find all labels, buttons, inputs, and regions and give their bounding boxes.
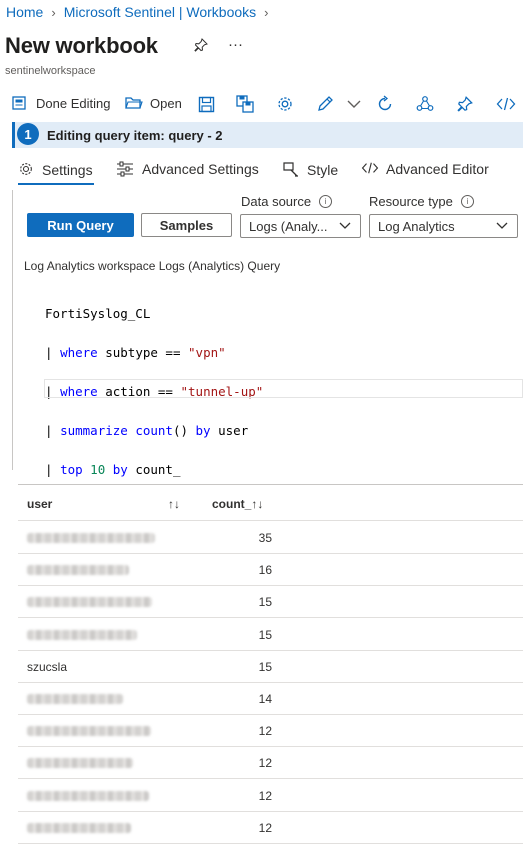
redacted-user-cell	[27, 565, 129, 576]
info-icon[interactable]: i	[460, 195, 474, 208]
gear-icon	[18, 161, 35, 178]
info-icon[interactable]: i	[319, 195, 333, 208]
redacted-user-cell	[27, 790, 149, 801]
redacted-user-cell	[27, 758, 133, 769]
resource-type-label-text: Resource type	[369, 194, 453, 209]
breadcrumb-workbooks-link[interactable]: Microsoft Sentinel | Workbooks	[64, 4, 256, 20]
header-divider	[18, 520, 523, 521]
brush-icon	[282, 161, 300, 178]
tab-settings-label: Settings	[42, 161, 93, 178]
count-cell: 12	[258, 724, 272, 739]
column-header-user[interactable]: user	[27, 497, 52, 511]
open-label: Open	[150, 95, 182, 111]
edit-pencil-icon[interactable]	[316, 95, 334, 113]
data-source-value: Logs (Analy...	[249, 218, 328, 234]
pin-to-dashboard-icon[interactable]	[456, 95, 474, 113]
resource-type-dropdown[interactable]: Log Analytics	[369, 214, 518, 238]
count-cell: 12	[258, 820, 272, 835]
query-line-2: | where subtype == "vpn"	[45, 344, 226, 360]
sort-arrows-icon[interactable]: ↑↓	[168, 497, 180, 511]
breadcrumb: Home › Microsoft Sentinel | Workbooks ›	[6, 4, 269, 20]
count-cell: 15	[258, 659, 272, 674]
tab-advanced-editor-label: Advanced Editor	[386, 161, 489, 177]
count-cell: 12	[258, 756, 272, 771]
count-cell: 15	[258, 595, 272, 610]
folder-open-icon	[125, 95, 143, 111]
sort-arrows-icon: ↑↓	[251, 497, 264, 511]
redacted-user-cell	[27, 822, 131, 833]
editing-banner-text: Editing query item: query - 2	[47, 128, 223, 143]
redacted-user-cell	[27, 629, 137, 640]
column-header-count[interactable]: count_ ↑↓	[212, 497, 263, 511]
tab-style-label: Style	[307, 161, 339, 178]
redacted-user-cell	[27, 694, 123, 704]
tab-selected-indicator	[18, 183, 94, 185]
column-header-count-label: count_	[212, 497, 252, 511]
tab-settings[interactable]: Settings	[18, 161, 93, 178]
page-title: New workbook	[5, 33, 158, 58]
share-icon[interactable]	[416, 95, 434, 113]
count-cell: 12	[258, 788, 272, 803]
query-editor-label: Log Analytics workspace Logs (Analytics)…	[24, 259, 281, 273]
samples-button[interactable]: Samples	[141, 213, 232, 237]
editor-current-line	[44, 379, 523, 398]
sliders-icon	[116, 161, 134, 177]
tab-advanced-editor[interactable]: Advanced Editor	[361, 161, 489, 177]
done-editing-label: Done Editing	[36, 95, 111, 111]
step-badge: 1	[17, 123, 39, 145]
chevron-down-icon	[338, 219, 352, 236]
count-cell: 15	[258, 627, 272, 642]
redacted-user-cell	[27, 726, 151, 737]
save-as-icon[interactable]	[236, 95, 254, 113]
query-line-5: | top 10 by count_	[45, 461, 181, 477]
count-cell: 14	[258, 692, 272, 706]
tab-advanced-settings[interactable]: Advanced Settings	[116, 161, 259, 177]
query-line-4: | summarize count() by user	[45, 422, 249, 438]
breadcrumb-home-link[interactable]: Home	[6, 4, 43, 20]
code-icon	[361, 161, 379, 177]
data-source-label: Data source i	[241, 194, 333, 209]
done-editing-button[interactable]: Done Editing	[11, 95, 110, 111]
user-cell: szucsla	[27, 659, 68, 674]
data-source-label-text: Data source	[241, 194, 312, 209]
done-editing-icon	[11, 95, 27, 111]
count-cell: 35	[258, 531, 272, 545]
data-source-dropdown[interactable]: Logs (Analy...	[240, 214, 361, 238]
row-divider	[18, 842, 523, 844]
chevron-right-icon: ›	[51, 4, 56, 20]
tab-style[interactable]: Style	[282, 161, 338, 178]
redacted-user-cell	[27, 597, 152, 608]
run-query-button[interactable]: Run Query	[27, 213, 134, 237]
panel-divider	[12, 190, 13, 470]
resource-type-label: Resource type i	[369, 194, 474, 209]
resource-type-value: Log Analytics	[378, 218, 455, 234]
count-cell: 16	[258, 563, 272, 578]
save-icon[interactable]	[197, 95, 215, 113]
grid-top-border	[18, 484, 523, 485]
pin-icon[interactable]	[193, 37, 209, 53]
chevron-down-icon	[495, 219, 509, 236]
more-options-button[interactable]: ···	[228, 36, 243, 53]
tab-advanced-settings-label: Advanced Settings	[142, 161, 259, 177]
open-button[interactable]: Open	[125, 95, 182, 111]
code-icon[interactable]	[496, 95, 516, 113]
redacted-user-cell	[27, 533, 155, 543]
refresh-icon[interactable]	[376, 95, 394, 113]
query-line-1: FortiSyslog_CL	[45, 305, 151, 321]
chevron-right-icon: ›	[264, 4, 269, 20]
gear-icon[interactable]	[276, 95, 294, 113]
chevron-down-icon[interactable]	[346, 98, 362, 110]
workspace-name: sentinelworkspace	[5, 65, 96, 77]
